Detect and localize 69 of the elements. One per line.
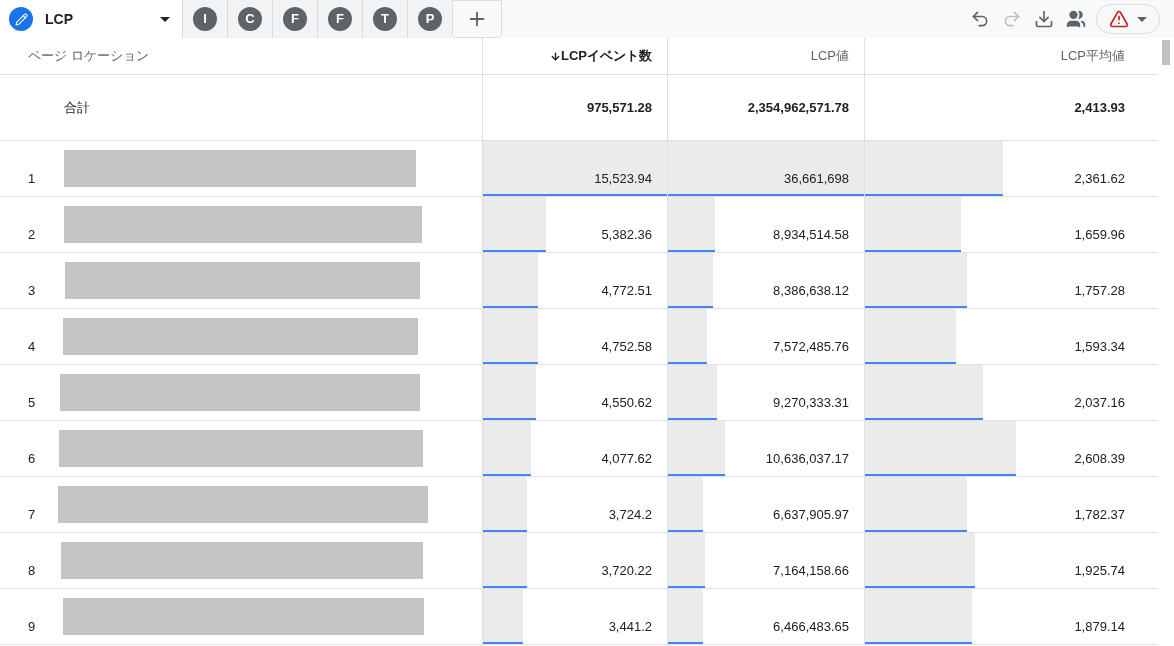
- table-cell-text: 4,752.58: [601, 337, 652, 356]
- tab[interactable]: P: [407, 0, 452, 38]
- row-number: 1: [28, 169, 36, 188]
- tab-label: LCP: [45, 10, 74, 29]
- table-cell-text: 2,361.62: [1074, 169, 1125, 188]
- table-cell-text: 36,661,698: [783, 169, 849, 188]
- row-number: 6: [28, 449, 36, 468]
- tab[interactable]: LCP: [0, 0, 182, 38]
- tab[interactable]: T: [362, 0, 407, 38]
- column-header[interactable]: ページ ロケーション: [28, 46, 149, 66]
- total-label: 合計: [64, 98, 90, 117]
- tab-letter: I: [193, 7, 217, 31]
- tab-letter: F: [283, 7, 307, 31]
- add-tab-button[interactable]: [452, 0, 502, 38]
- scrollbar-thumb[interactable]: [1162, 40, 1170, 65]
- caret-icon: [160, 16, 170, 22]
- tab[interactable]: F: [272, 0, 317, 38]
- table-cell-text: 8,934,514.58: [773, 225, 849, 244]
- table-cell-text: 6,466,483.65: [773, 617, 849, 636]
- table-cell-text: 2,608.39: [1074, 449, 1125, 468]
- column-header[interactable]: LCPイベント数: [550, 46, 652, 66]
- table-cell-text: 3,720.22: [601, 561, 652, 580]
- row-number: 9: [28, 617, 36, 636]
- total-value: 975,571.28: [586, 98, 652, 117]
- table-cell-text: 1,659.96: [1074, 225, 1125, 244]
- row-number: 3: [28, 281, 36, 300]
- undo-icon: [970, 9, 990, 29]
- table-cell-text: 9,270,333.31: [773, 393, 849, 412]
- tab[interactable]: I: [182, 0, 227, 38]
- table-cell-text: 4,772.51: [601, 281, 652, 300]
- redo-icon: [1002, 9, 1022, 29]
- table-cell-text: 1,757.28: [1074, 281, 1125, 300]
- row-number: 2: [28, 225, 36, 244]
- table-cell-text: 1,925.74: [1074, 561, 1125, 580]
- row-number: 5: [28, 393, 36, 412]
- table-cell-text: 3,441.2: [608, 617, 652, 636]
- table-cell-text: 5,382.36: [601, 225, 652, 244]
- tab-letter: T: [373, 7, 397, 31]
- column-header[interactable]: LCP値: [810, 46, 849, 66]
- table-cell-text: 1,879.14: [1074, 617, 1125, 636]
- table-cell-text: 1,782.37: [1074, 505, 1125, 524]
- total-value: 2,354,962,571.78: [747, 98, 849, 117]
- tab-letter: F: [328, 7, 352, 31]
- download-icon: [1034, 9, 1054, 29]
- tab-letter: C: [238, 7, 262, 31]
- row-number: 7: [28, 505, 36, 524]
- row-number: 8: [28, 561, 36, 580]
- table-cell-text: 15,523.94: [594, 169, 652, 188]
- tab[interactable]: F: [317, 0, 362, 38]
- table-cell-text: 7,164,158.66: [773, 561, 849, 580]
- caret-icon: [1137, 16, 1147, 22]
- table-cell-text: 10,636,037.17: [765, 449, 849, 468]
- warning-icon: [1109, 9, 1129, 29]
- table-cell-text: 4,550.62: [601, 393, 652, 412]
- table-cell-text: 7,572,485.76: [773, 337, 849, 356]
- row-number: 4: [28, 337, 36, 356]
- sort-arrow-icon: [550, 50, 561, 62]
- table-cell-text: 1,593.34: [1074, 337, 1125, 356]
- tab-letter: P: [418, 7, 442, 31]
- table-cell-text: 2,037.16: [1074, 393, 1125, 412]
- table-cell-text: 8,386,638.12: [773, 281, 849, 300]
- total-value: 2,413.93: [1074, 98, 1125, 117]
- pencil-icon: [9, 7, 33, 31]
- table-cell-text: 3,724.2: [608, 505, 652, 524]
- people-icon: [1066, 9, 1086, 29]
- tab[interactable]: C: [227, 0, 272, 38]
- table-cell-text: 6,637,905.97: [773, 505, 849, 524]
- table-cell-text: 4,077.62: [601, 449, 652, 468]
- column-header[interactable]: LCP平均値: [1060, 46, 1125, 66]
